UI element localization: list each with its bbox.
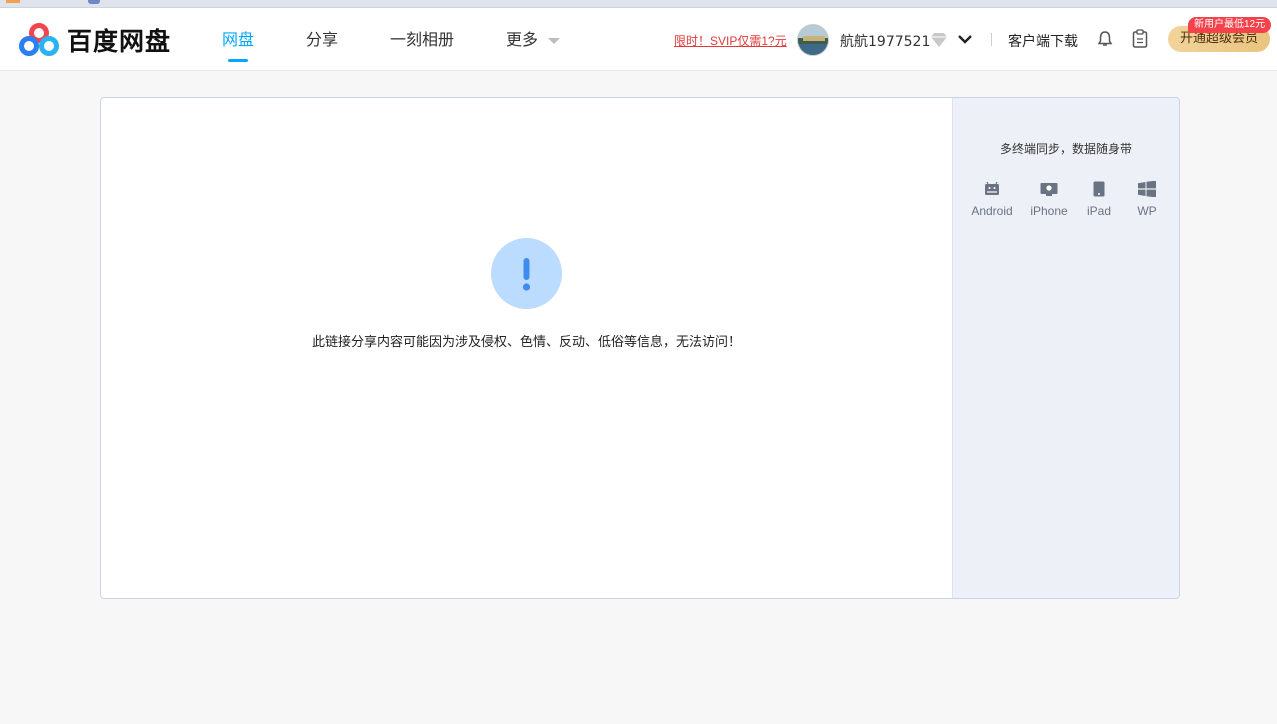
chevron-down-icon[interactable]: [957, 32, 973, 46]
warning-icon: [491, 238, 562, 309]
nav-item-share[interactable]: 分享: [306, 8, 338, 71]
ipad-icon: [1093, 181, 1105, 197]
bell-icon[interactable]: [1096, 30, 1114, 48]
share-error-panel: 此链接分享内容可能因为涉及侵权、色情、反动、低俗等信息，无法访问！ 多终端同步，…: [100, 97, 1180, 599]
username[interactable]: 航航1977521: [840, 31, 930, 51]
logo[interactable]: 百度网盘: [19, 22, 171, 58]
top-header: 百度网盘 网盘 分享 一刻相册 更多 限时！SVIP仅需1?元 航航197752…: [0, 8, 1277, 71]
platform-android[interactable]: Android: [962, 180, 1022, 218]
platform-label: Android: [971, 204, 1013, 218]
nav-item-album[interactable]: 一刻相册: [390, 8, 454, 71]
sidebar-title: 多终端同步，数据随身带: [999, 142, 1132, 156]
main-nav: 网盘 分享 一刻相册 更多: [222, 8, 612, 71]
svip-promo-link[interactable]: 限时！SVIP仅需1?元: [674, 32, 787, 49]
nav-item-more-label: 更多: [506, 30, 539, 49]
logo-text: 百度网盘: [67, 27, 172, 56]
caret-down-icon: [548, 37, 561, 44]
platform-label: WP: [1137, 204, 1157, 218]
avatar[interactable]: [797, 24, 829, 56]
avatar-image: [798, 25, 828, 55]
tab-marker: [88, 0, 100, 4]
android-icon: [985, 182, 999, 195]
nav-item-more[interactable]: 更多: [506, 8, 561, 71]
multi-device-sidebar: 多终端同步，数据随身带 Android iPhone iPad WP: [952, 98, 1179, 598]
tab-marker: [6, 0, 20, 3]
browser-top-strip: [0, 0, 1277, 8]
exclamation-icon: [522, 258, 531, 291]
platform-wp[interactable]: WP: [1117, 180, 1177, 218]
error-message: 此链接分享内容可能因为涉及侵权、色情、反动、低俗等信息，无法访问！: [311, 335, 741, 350]
header-divider: [991, 33, 992, 46]
client-download-link[interactable]: 客户端下载: [1008, 31, 1078, 51]
windows-icon: [1138, 181, 1156, 197]
iphone-icon: [1040, 183, 1058, 196]
vip-diamond-icon[interactable]: [930, 32, 948, 48]
nav-item-netdisk[interactable]: 网盘: [222, 8, 254, 71]
new-user-badge: 新用户最低12元: [1188, 17, 1272, 33]
baidu-cloud-logo-icon: [19, 23, 59, 56]
clipboard-icon[interactable]: [1131, 29, 1149, 49]
